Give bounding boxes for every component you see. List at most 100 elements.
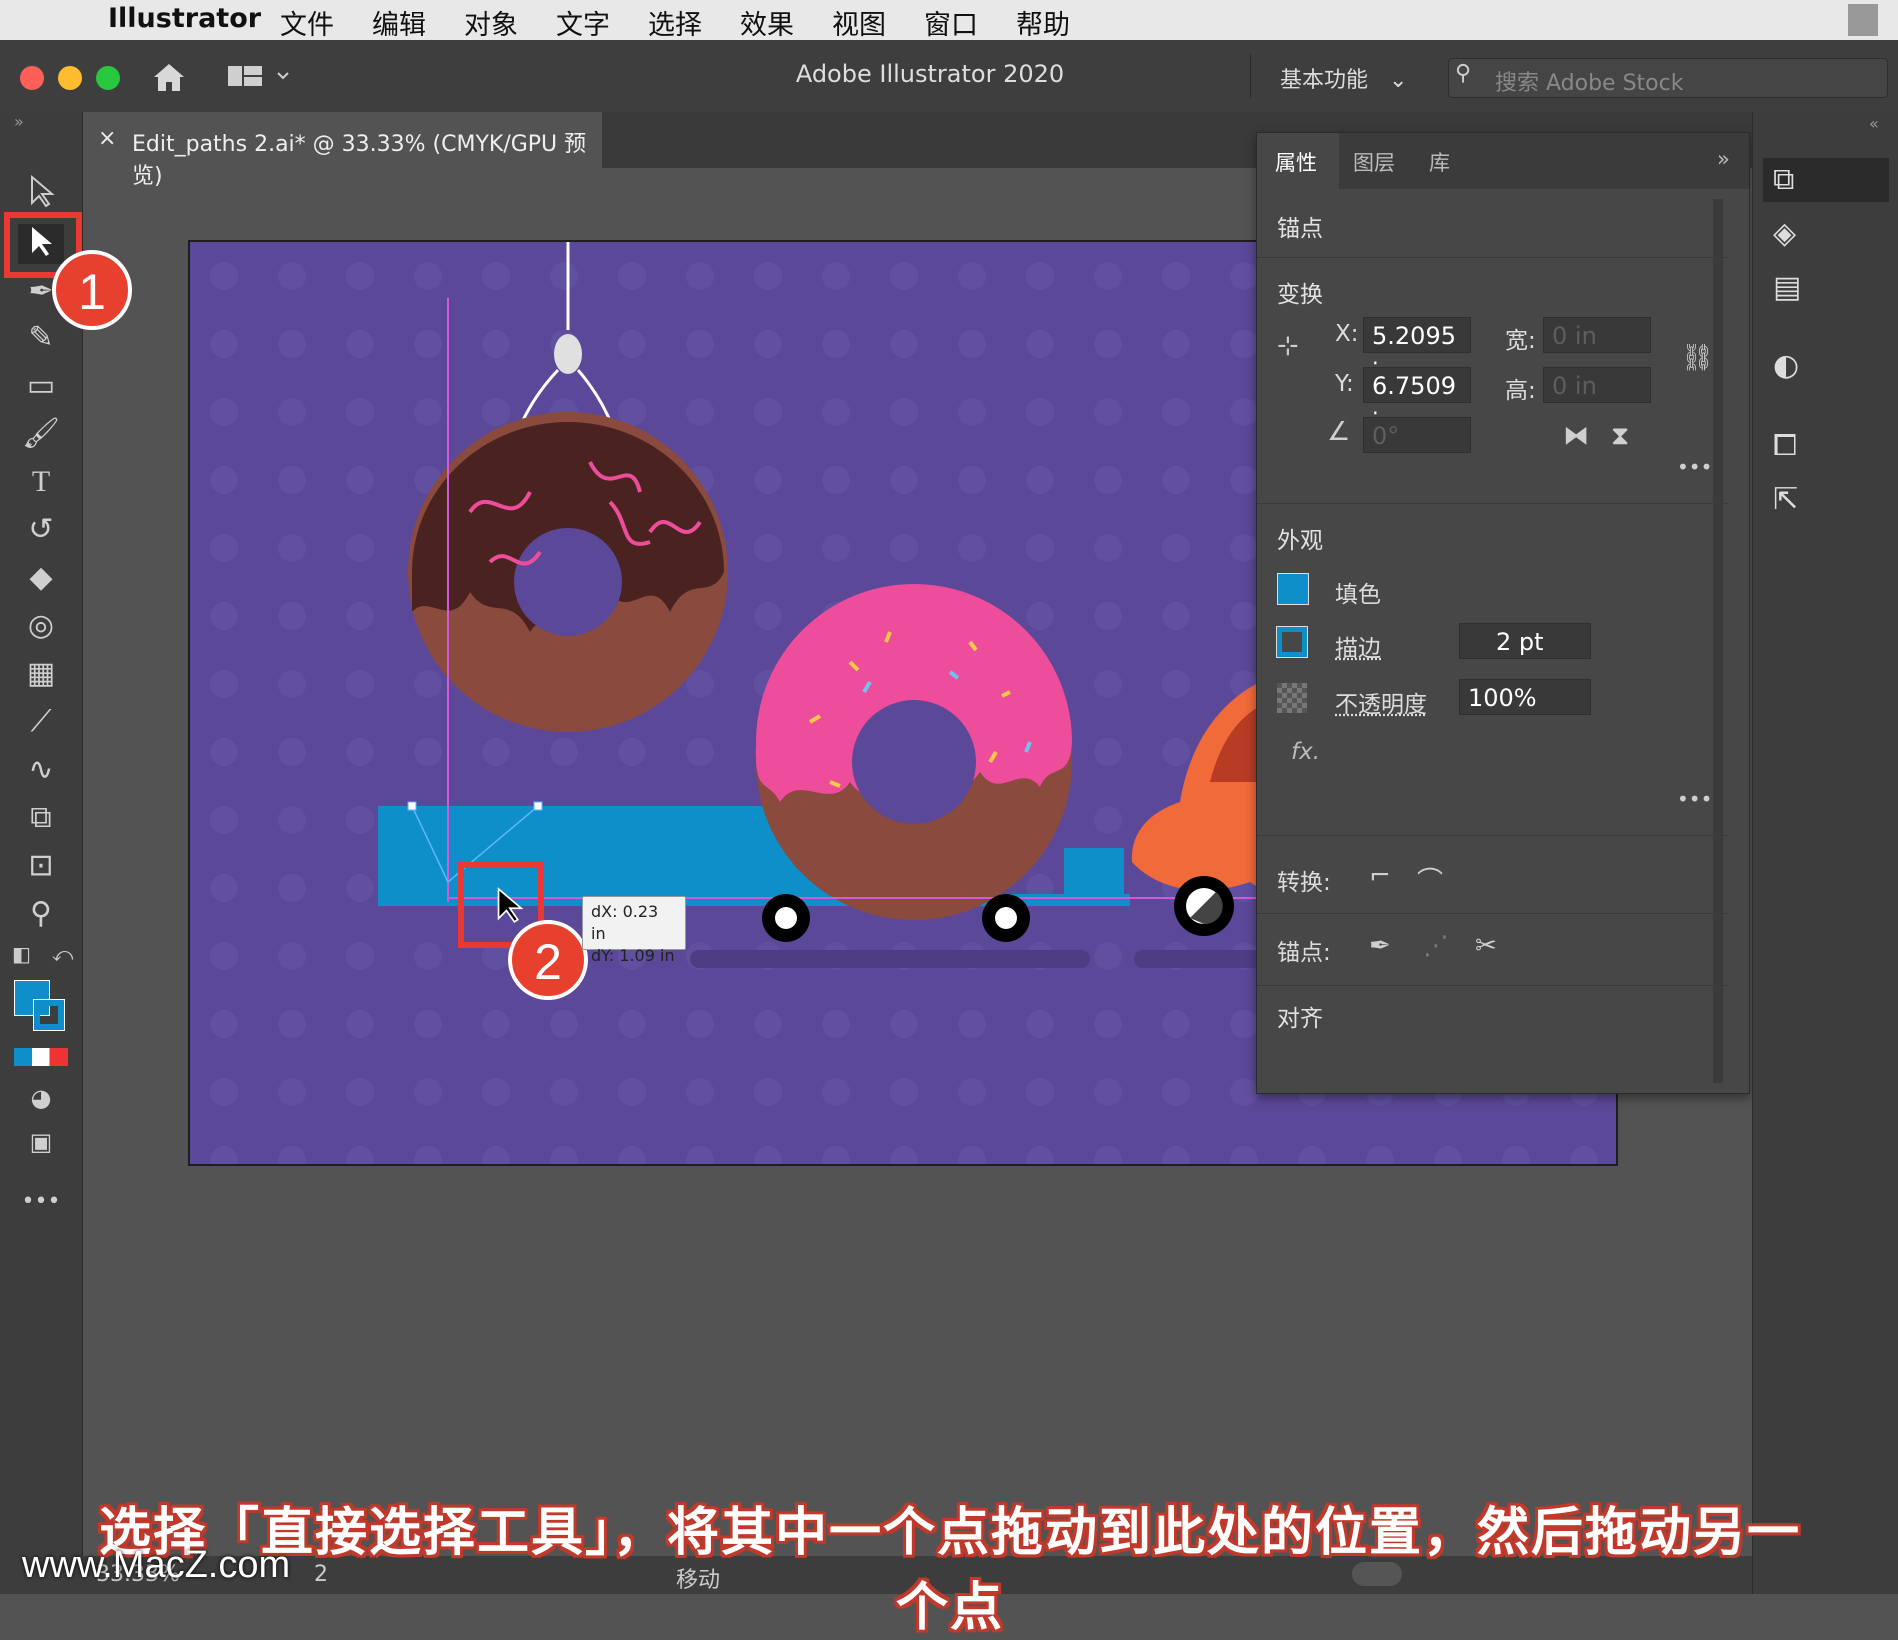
panel-collapse-icon[interactable]: » [1717, 147, 1730, 171]
eyedropper-tool-icon[interactable]: ⟋ [18, 702, 64, 742]
rotate-tool-icon[interactable]: ↺ [18, 510, 64, 550]
menu-effect[interactable]: 效果 [740, 3, 794, 42]
app-title-bar: Adobe Illustrator 2020 基本功能 ⌄ ⚲ 搜索 Adobe… [0, 40, 1898, 113]
zoom-tool-icon[interactable]: ⚲ [18, 894, 64, 934]
tooltip-dx: dX: 0.23 in [591, 902, 659, 943]
angle-field[interactable]: 0° [1363, 417, 1471, 453]
artboard-tool-icon[interactable]: ⊡ [18, 846, 64, 886]
tools-panel: » ✒ ✎ ▭ 🖌 T ↺ ◆ ◎ ▦ ⟋ ∿ ⧉ ⊡ ⚲ ◧ ⤺ ◕ ▣ ••… [0, 112, 83, 1594]
gradient-tool-icon[interactable]: ▦ [18, 654, 64, 694]
rectangle-tool-icon[interactable]: ▭ [18, 366, 64, 406]
divider [1257, 835, 1729, 836]
document-tab-label: Edit_paths 2.ai* @ 33.33% (CMYK/GPU 预览) [132, 132, 587, 189]
selection-type-label: 锚点 [1277, 216, 1323, 242]
more-tools-icon[interactable]: ••• [18, 1182, 64, 1222]
convert-label: 转换: [1277, 870, 1331, 896]
y-field[interactable]: 6.7509 i [1363, 367, 1471, 436]
annotation-badge-2: 2 [508, 920, 588, 1000]
more-options-icon[interactable]: ••• [1677, 787, 1712, 811]
width-field[interactable]: 0 in [1543, 317, 1651, 353]
opacity-field[interactable]: 100% [1459, 679, 1591, 715]
tab-properties[interactable]: 属性 [1275, 147, 1317, 177]
paintbrush-tool-icon[interactable]: 🖌 [18, 414, 64, 454]
zoom-window-button[interactable] [96, 66, 120, 90]
libraries-icon[interactable]: ▤ [1773, 270, 1801, 305]
menu-view[interactable]: 视图 [832, 3, 886, 42]
menu-help[interactable]: 帮助 [1016, 3, 1070, 42]
color-guide-icon[interactable]: ◐ [1773, 348, 1799, 383]
color-mode-buttons[interactable] [14, 1048, 68, 1066]
eraser-tool-icon[interactable]: ◆ [18, 558, 64, 598]
flip-vertical-icon[interactable]: ⧗ [1611, 421, 1629, 452]
document-tab[interactable]: × Edit_paths 2.ai* @ 33.33% (CMYK/GPU 预览… [82, 112, 602, 189]
reference-point-icon[interactable]: ⊹ [1277, 331, 1299, 361]
chocolate-donut [408, 412, 728, 732]
menu-object[interactable]: 对象 [464, 3, 518, 42]
tooltip-dy: dY: 1.09 in [591, 946, 675, 965]
export-icon[interactable]: ⇱ [1773, 482, 1798, 517]
adobe-stock-search[interactable]: ⚲ 搜索 Adobe Stock [1448, 58, 1888, 98]
menu-window[interactable]: 窗口 [924, 3, 978, 42]
site-watermark: www.MacZ.com [22, 1544, 291, 1586]
layers-icon[interactable]: ◈ [1773, 216, 1796, 251]
height-field[interactable]: 0 in [1543, 367, 1651, 403]
close-tab-icon[interactable]: × [98, 126, 116, 151]
constrain-proportions-icon[interactable]: ⛓ [1681, 343, 1714, 373]
stroke-color-swatch[interactable] [33, 999, 65, 1031]
remove-anchor-icon[interactable]: ✒ [1369, 931, 1391, 961]
tab-layers[interactable]: 图层 [1353, 147, 1395, 177]
workspace-switcher[interactable]: 基本功能 ⌄ [1280, 62, 1407, 94]
type-tool-icon[interactable]: T [18, 462, 64, 502]
menu-file[interactable]: 文件 [280, 3, 334, 42]
divider [1257, 985, 1729, 986]
right-panel-dock: « ⧉ ◈ ▤ ◐ ⧠ ⇱ [1752, 112, 1898, 1594]
selection-tool-icon[interactable] [18, 174, 64, 214]
divider [1257, 913, 1729, 914]
curvature-tool-icon[interactable]: ✎ [18, 318, 64, 358]
tab-libraries[interactable]: 库 [1429, 147, 1450, 177]
connect-anchor-icon[interactable]: ⋰ [1423, 931, 1449, 961]
swap-colors-icon[interactable]: ⤺ [52, 942, 73, 966]
minimize-window-button[interactable] [58, 66, 82, 90]
close-window-button[interactable] [20, 66, 44, 90]
menu-app-name[interactable]: Illustrator [108, 3, 261, 34]
draw-mode-icon[interactable]: ◕ [18, 1078, 64, 1118]
menu-select[interactable]: 选择 [648, 3, 702, 42]
more-options-icon[interactable]: ••• [1677, 455, 1712, 479]
fill-swatch[interactable] [1277, 573, 1309, 605]
convert-smooth-icon[interactable]: ⌒ [1417, 861, 1443, 898]
chevron-down-icon: ⌄ [1389, 68, 1408, 93]
home-icon[interactable] [150, 60, 188, 94]
workspace-label: 基本功能 [1280, 68, 1369, 93]
expand-toolbar-icon[interactable]: » [14, 112, 24, 131]
lasso-tool-icon[interactable]: ◎ [18, 606, 64, 646]
stroke-weight-field[interactable]: 2 pt [1459, 623, 1591, 659]
search-icon: ⚲ [1455, 61, 1472, 86]
cut-path-icon[interactable]: ✂ [1475, 931, 1497, 961]
convert-corner-icon[interactable]: ⌐ [1369, 861, 1391, 891]
stroke-label[interactable]: 描边 [1335, 629, 1381, 663]
mac-menubar: Illustrator 文件 编辑 对象 文字 选择 效果 视图 窗口 帮助 [0, 0, 1898, 42]
arrange-documents-icon[interactable] [226, 62, 296, 92]
flip-horizontal-icon[interactable]: ⧓ [1563, 421, 1589, 451]
fx-button[interactable]: fx. [1291, 739, 1320, 765]
claw-hook-shape [554, 334, 582, 374]
divider [1257, 503, 1729, 504]
collapse-dock-icon[interactable]: « [1869, 114, 1879, 133]
shape-builder-tool-icon[interactable]: ⧉ [18, 798, 64, 838]
menu-edit[interactable]: 编辑 [372, 3, 426, 42]
menu-type[interactable]: 文字 [556, 3, 610, 42]
anchor-points-label: 锚点: [1277, 940, 1331, 966]
properties-panel-icon[interactable]: ⧉ [1773, 162, 1794, 197]
transform-icon[interactable]: ⧠ [1773, 428, 1797, 463]
opacity-label[interactable]: 不透明度 [1335, 685, 1427, 719]
tutorial-caption: 选择「直接选择工具」，将其中一个点拖动到此处的位置，然后拖动另一个点 [98, 1503, 1801, 1638]
default-colors-icon[interactable]: ◧ [12, 942, 31, 966]
align-title: 对齐 [1277, 1006, 1323, 1032]
panel-scrollbar[interactable] [1713, 199, 1723, 1083]
opacity-icon [1277, 683, 1307, 713]
blend-tool-icon[interactable]: ∿ [18, 750, 64, 790]
x-field[interactable]: 5.2095 i [1363, 317, 1471, 386]
screen-mode-icon[interactable]: ▣ [18, 1122, 64, 1162]
stroke-swatch[interactable] [1276, 626, 1308, 658]
